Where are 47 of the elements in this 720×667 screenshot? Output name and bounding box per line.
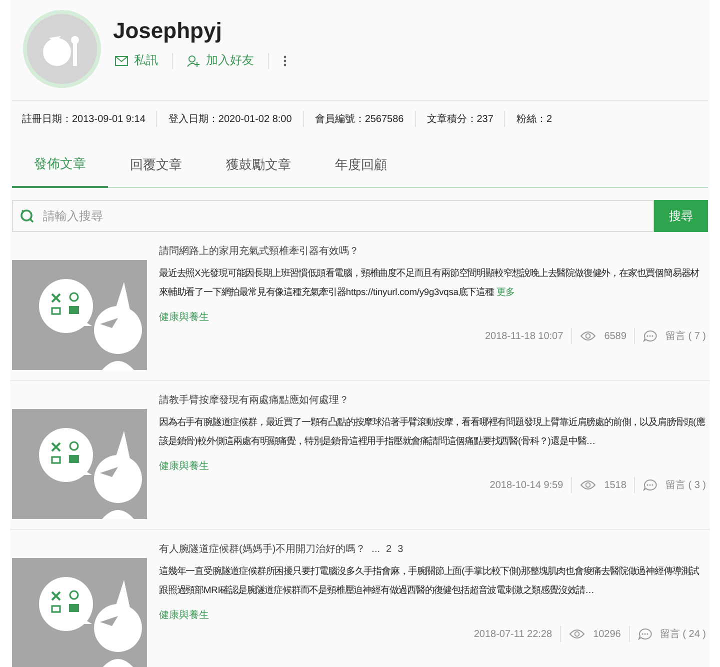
category-link[interactable]: 健康與養生 — [159, 459, 706, 473]
eye-icon — [569, 629, 586, 639]
message-button[interactable]: 私訊 — [113, 52, 160, 69]
post-title-link[interactable]: 有人腕隧道症候群(媽媽手)不用開刀治好的嗎？ — [159, 542, 366, 556]
page-link[interactable]: 3 — [398, 544, 404, 554]
eye-icon — [580, 331, 596, 341]
envelope-icon — [115, 56, 128, 66]
page-link[interactable]: 2 — [386, 544, 392, 554]
tab[interactable]: 回覆文章 — [108, 145, 204, 187]
category-link[interactable]: 健康與養生 — [159, 310, 706, 324]
tab[interactable]: 獲鼓勵文章 — [204, 145, 313, 187]
add-friend-button[interactable]: 加入好友 — [185, 52, 256, 69]
post-title-link[interactable]: 請教手臂按摩發現有兩處痛點應如何處理？ — [159, 393, 349, 407]
username: Josephpyj — [113, 18, 223, 44]
member-stat: 粉絲：2 — [516, 113, 552, 126]
post-excerpt: 因為右手有腕隧道症候群，最近買了一顆有凸點的按摩球沿著手臂滾動按摩，看看哪裡有問題發現上臂靠近肩膀處的前側，以及肩膀骨頭(應該是鎖骨)較外側這兩處有明顯痛覺，特別是鎖骨這裡用手指壓就會痛請問這個痛點要找西醫(骨科？)還是中醫… — [159, 416, 706, 448]
category-link[interactable]: 健康與養生 — [159, 608, 706, 622]
more-button[interactable] — [281, 54, 289, 66]
post-date: 2018-10-14 9:59 — [490, 480, 564, 490]
add-user-icon — [187, 54, 200, 66]
search-icon — [20, 209, 34, 223]
post-title-link[interactable]: 請問網路上的家用充氣式頸椎牽引器有效嗎？ — [159, 244, 359, 258]
tab[interactable]: 發佈文章 — [12, 145, 108, 188]
post-excerpt: 最近去照X光發現可能因長期上班習慣低頭看電腦，頸椎曲度不足而且有兩節空間明顯較窄想說晚上去醫院做復健外，在家也買個簡易器材來輔助看了一下網拍最常見有像這種充氣牽引器https://tinyurl.com/y9g3vqsa底下這種 更多 — [159, 267, 700, 299]
comment-icon — [643, 479, 658, 491]
search-button[interactable]: 搜尋 — [654, 200, 708, 232]
page-link[interactable]: ... — [372, 544, 380, 554]
comment-count[interactable]: 留言 ( 7 ) — [665, 329, 706, 343]
more-icon — [283, 54, 287, 66]
post-date: 2018-07-11 22:28 — [474, 628, 552, 640]
view-count: 10296 — [593, 628, 621, 640]
post-date: 2018-11-18 10:07 — [484, 330, 564, 342]
view-count: 1518 — [604, 480, 626, 490]
comment-icon — [643, 330, 658, 342]
member-stat: 登入日期：2020-01-02 8:00 — [168, 112, 292, 126]
member-stat: 會員編號：2567586 — [314, 112, 404, 126]
comment-count[interactable]: 留言 ( 3 ) — [665, 478, 706, 492]
member-stat: 文章積分：237 — [426, 112, 494, 126]
comment-icon — [638, 628, 652, 640]
post-excerpt: 這幾年一直受腕隧道症候群所困擾只要打電腦沒多久手指會麻，手腕關節上面(手掌比較下側)那整塊肌肉也會痠痛去醫院做過神經傳導測試跟照過頸部MRI確認是腕隧道症候群而不是頸椎壓迫神經有做過西醫的復健包括超音波電刺激之類感覺沒效請… — [159, 565, 700, 597]
more-link[interactable]: 更多 — [496, 287, 514, 297]
eye-icon — [580, 480, 596, 490]
tab[interactable]: 年度回顧 — [313, 145, 409, 187]
view-count: 6589 — [604, 330, 626, 342]
comment-count[interactable]: 留言 ( 24 ) — [660, 627, 706, 641]
search-field[interactable]: 請輸入搜尋 — [12, 200, 654, 232]
member-stat: 註冊日期：2013-09-01 9:14 — [22, 112, 146, 126]
